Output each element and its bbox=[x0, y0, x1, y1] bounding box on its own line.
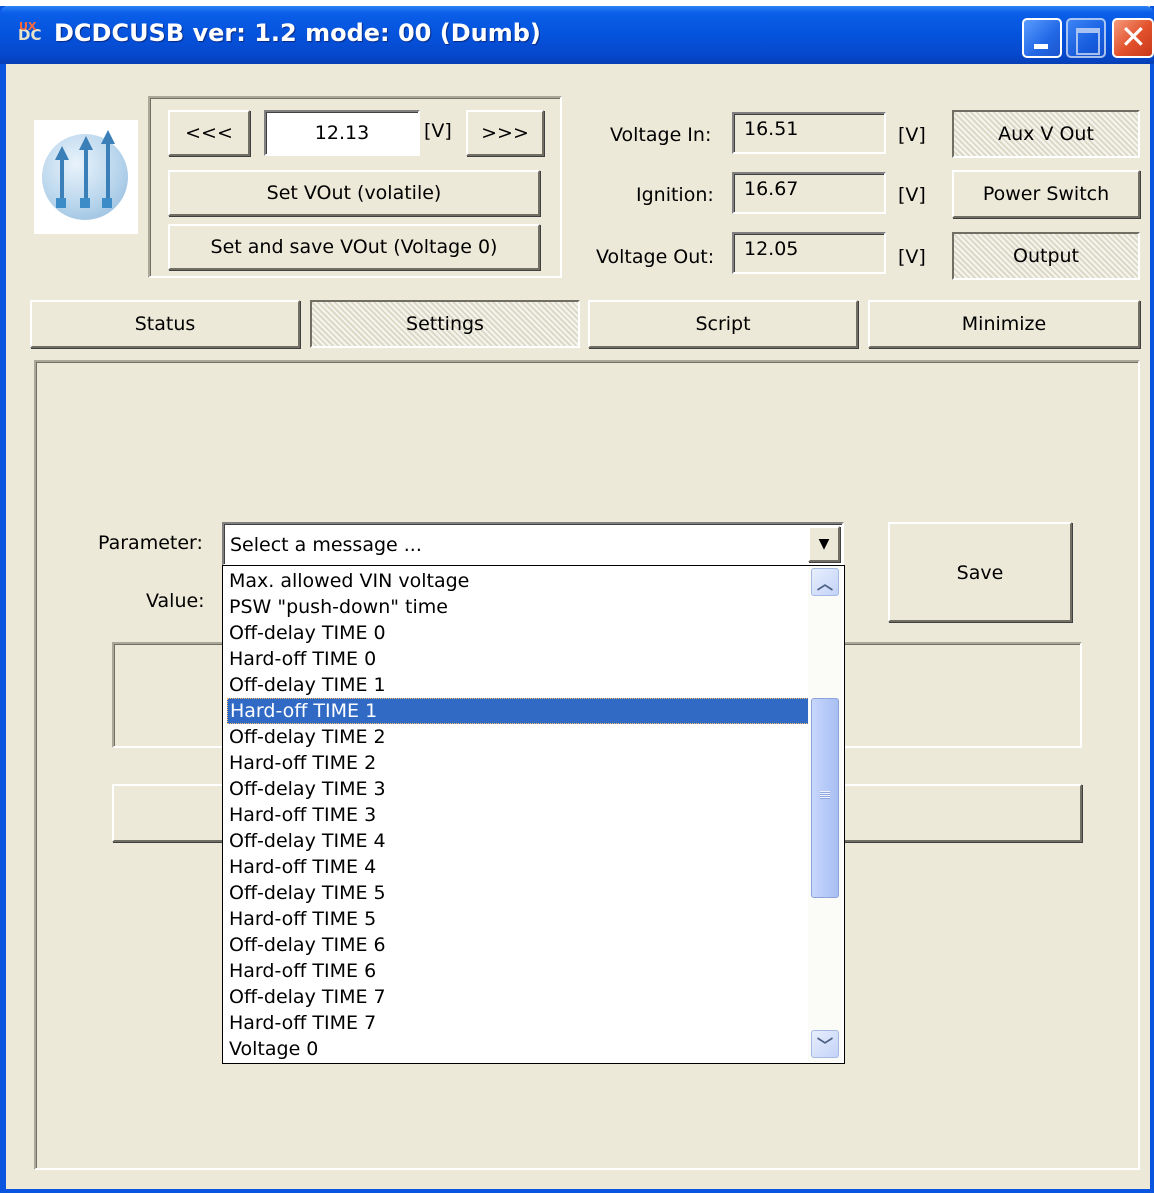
logo-block-2 bbox=[80, 198, 90, 208]
dropdown-option[interactable]: Hard-off TIME 7 bbox=[227, 1010, 809, 1036]
increase-vout-button[interactable]: >>> bbox=[466, 110, 544, 156]
voltage-out-field: 12.05 bbox=[732, 232, 886, 274]
parameter-dropdown-list: Max. allowed VIN voltage PSW "push-down" … bbox=[222, 565, 845, 1064]
dropdown-option[interactable]: Hard-off TIME 6 bbox=[227, 958, 809, 984]
dropdown-option[interactable]: Voltage 0 bbox=[227, 1036, 809, 1062]
dropdown-scrollbar[interactable]: ︿ ﹀ bbox=[808, 566, 842, 1062]
value-label: Value: bbox=[146, 590, 205, 612]
aux-v-out-indicator[interactable]: Aux V Out bbox=[952, 110, 1140, 158]
parameter-label: Parameter: bbox=[98, 532, 203, 554]
voltage-in-field: 16.51 bbox=[732, 112, 886, 154]
set-vout-volatile-button[interactable]: Set VOut (volatile) bbox=[168, 170, 540, 216]
logo-block-3 bbox=[102, 198, 112, 208]
logo-arrow-tip-2 bbox=[79, 136, 93, 150]
dropdown-option[interactable]: Hard-off TIME 1 bbox=[227, 698, 809, 724]
close-button[interactable]: ✕ bbox=[1112, 18, 1154, 58]
output-indicator[interactable]: Output bbox=[952, 232, 1140, 280]
window-title: DCDCUSB ver: 1.2 mode: 00 (Dumb) bbox=[54, 19, 541, 47]
chevron-down-icon: ▼ bbox=[818, 536, 830, 552]
decrease-vout-button[interactable]: <<< bbox=[168, 110, 250, 156]
logo-block-1 bbox=[56, 198, 66, 208]
dropdown-option[interactable]: Off-delay TIME 4 bbox=[227, 828, 809, 854]
dropdown-option[interactable]: Hard-off TIME 5 bbox=[227, 906, 809, 932]
vout-unit-label: [V] bbox=[424, 120, 452, 142]
ignition-unit: [V] bbox=[898, 184, 926, 206]
logo-arrow-tip-1 bbox=[55, 146, 69, 160]
vout-input[interactable]: 12.13 bbox=[264, 110, 420, 156]
maximize-button[interactable] bbox=[1066, 18, 1106, 58]
minimize-button[interactable] bbox=[1022, 18, 1062, 58]
logo-arrow-tip-3 bbox=[101, 130, 115, 144]
tab-status[interactable]: Status bbox=[30, 300, 300, 348]
ignition-field: 16.67 bbox=[732, 172, 886, 214]
dropdown-option[interactable]: Hard-off TIME 0 bbox=[227, 646, 809, 672]
logo-arrow-3 bbox=[106, 142, 110, 202]
dropdown-option[interactable]: Hard-off TIME 4 bbox=[227, 854, 809, 880]
dropdown-option[interactable]: Hard-off TIME 2 bbox=[227, 750, 809, 776]
parameter-combobox[interactable]: Select a message ... ▼ bbox=[222, 522, 844, 566]
combobox-dropdown-button[interactable]: ▼ bbox=[808, 526, 840, 562]
ignition-label: Ignition: bbox=[636, 184, 714, 206]
chevron-up-icon: ︿ bbox=[816, 574, 833, 593]
power-switch-indicator[interactable]: Power Switch bbox=[952, 170, 1140, 218]
set-save-vout-button[interactable]: Set and save VOut (Voltage 0) bbox=[168, 224, 540, 270]
dropdown-option[interactable]: Off-delay TIME 5 bbox=[227, 880, 809, 906]
voltage-out-unit: [V] bbox=[898, 246, 926, 268]
tab-script[interactable]: Script bbox=[588, 300, 858, 348]
dropdown-option[interactable]: Off-delay TIME 2 bbox=[227, 724, 809, 750]
logo-arrow-1 bbox=[60, 158, 64, 202]
scroll-up-button[interactable]: ︿ bbox=[811, 568, 839, 596]
save-button[interactable]: Save bbox=[888, 522, 1072, 622]
chevron-down-icon: ﹀ bbox=[816, 1036, 833, 1055]
voltage-in-label: Voltage In: bbox=[610, 124, 712, 146]
dropdown-option[interactable]: Hard-off TIME 3 bbox=[227, 802, 809, 828]
dropdown-option[interactable]: Off-delay TIME 0 bbox=[227, 620, 809, 646]
parameter-combobox-text: Select a message ... bbox=[230, 534, 422, 556]
dropdown-option[interactable]: Off-delay TIME 7 bbox=[227, 984, 809, 1010]
vout-value: 12.13 bbox=[314, 122, 370, 144]
dropdown-option[interactable]: Off-delay TIME 3 bbox=[227, 776, 809, 802]
scroll-thumb[interactable] bbox=[811, 698, 839, 898]
dropdown-option[interactable]: Off-delay TIME 1 bbox=[227, 672, 809, 698]
scroll-down-button[interactable]: ﹀ bbox=[811, 1030, 839, 1058]
voltage-out-label: Voltage Out: bbox=[596, 246, 715, 268]
app-icon-badge: UX bbox=[19, 20, 37, 33]
app-dc-icon: UX DC bbox=[18, 20, 44, 48]
close-icon: ✕ bbox=[1120, 18, 1147, 56]
dropdown-option[interactable]: Off-delay TIME 6 bbox=[227, 932, 809, 958]
dropdown-option[interactable]: Max. allowed VIN voltage bbox=[227, 568, 809, 594]
logo-arrow-2 bbox=[84, 148, 88, 202]
dropdown-option[interactable]: PSW "push-down" time bbox=[227, 594, 809, 620]
logo bbox=[34, 120, 138, 234]
voltage-in-unit: [V] bbox=[898, 124, 926, 146]
tab-settings[interactable]: Settings bbox=[310, 300, 580, 348]
tab-minimize[interactable]: Minimize bbox=[868, 300, 1140, 348]
